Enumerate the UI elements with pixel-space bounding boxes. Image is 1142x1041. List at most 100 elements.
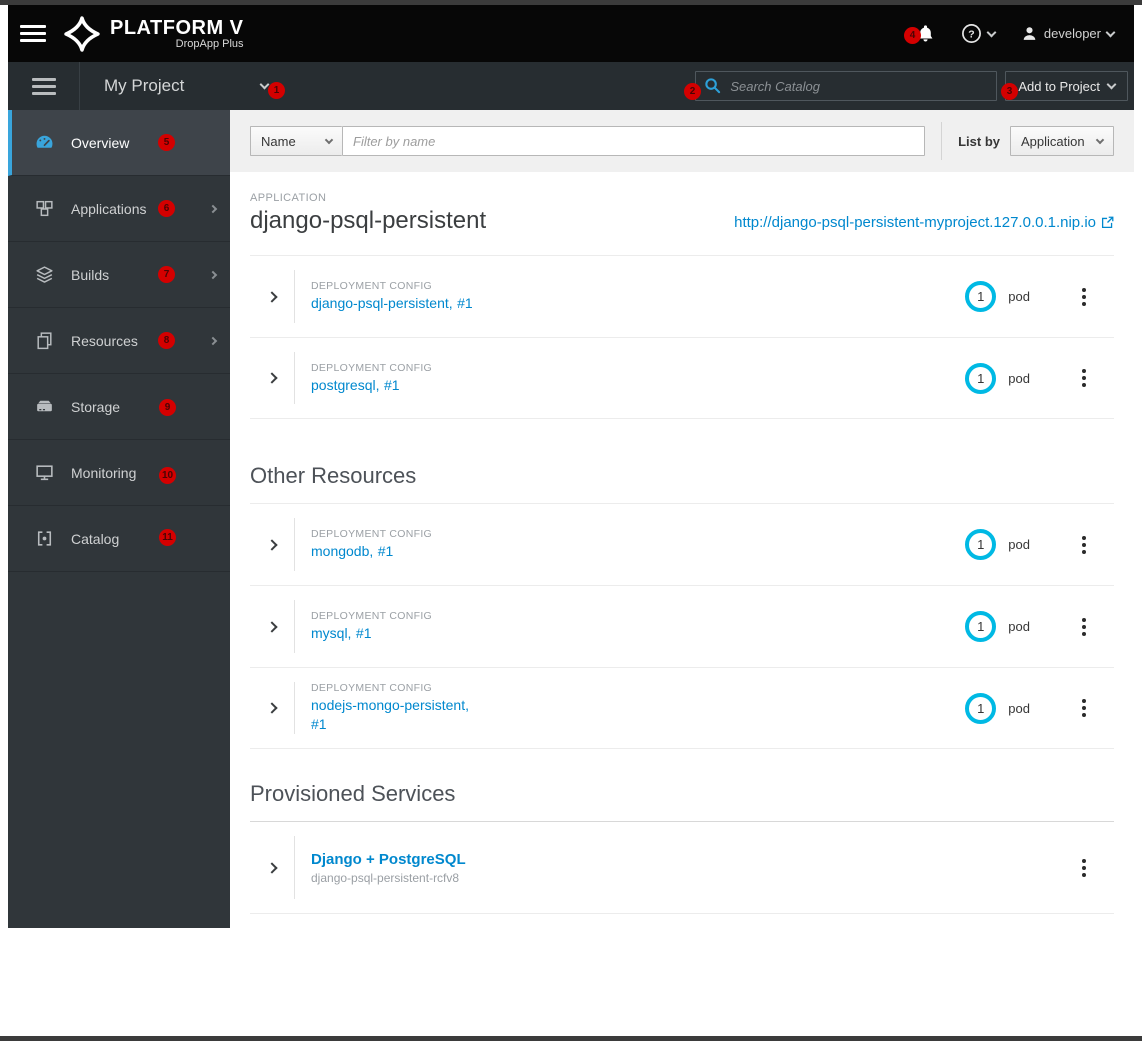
annotation-badge-4: 4 [904,27,921,44]
pod-count-donut[interactable]: 1 [965,611,997,642]
deployment-list: DEPLOYMENT CONFIG django-psql-persistent… [250,255,1114,419]
app-frame: PLATFORM V DropApp Plus ? developer My P… [8,5,1134,1041]
project-selector[interactable]: My Project [80,76,270,96]
annotation-badge-3: 3 [1001,83,1018,100]
deployment-revision-link[interactable]: #1 [384,377,400,393]
expand-row-button[interactable] [250,538,294,551]
page: { "masthead": { "brand_title": "PLATFORM… [0,0,1142,1041]
search-catalog-box [695,71,998,101]
user-dropdown[interactable]: developer [1021,25,1116,42]
deployment-name-link[interactable]: nodejs-mongo-persistent, [311,697,469,713]
chevron-right-icon [266,702,278,714]
chevron-down-icon [1106,79,1117,90]
annotation-badge-8: 8 [158,332,175,349]
deployment-row: DEPLOYMENT CONFIG nodejs-mongo-persisten… [250,667,1114,749]
annotation-badge-10: 10 [159,467,176,484]
deployment-revision-link[interactable]: #1 [378,543,394,559]
pod-label: pod [1008,537,1030,552]
deployment-kind-label: DEPLOYMENT CONFIG [311,528,433,540]
main-area: Name List by Application APPLICATION dja… [230,110,1134,1041]
masthead-menu-icon[interactable] [20,25,46,42]
deployment-name-link[interactable]: mysql, [311,625,351,641]
provisioned-service-link[interactable]: Django + PostgreSQL [311,851,466,868]
deployment-name-link[interactable]: postgresql, [311,377,379,393]
pod-count-donut[interactable]: 1 [965,529,997,560]
pod-label: pod [1008,700,1030,716]
deployment-info: DEPLOYMENT CONFIG mongodb, #1 [311,528,473,561]
deployment-revision-link[interactable]: #1 [356,625,372,641]
platform-v-logo-icon [64,15,100,52]
copy-icon [34,330,58,351]
deployment-info: DEPLOYMENT CONFIG postgresql, #1 [311,362,473,395]
chevron-down-icon [1105,27,1116,37]
kebab-menu-icon[interactable] [1082,535,1086,554]
filter-type-select[interactable]: Name [250,126,342,156]
expand-row-button[interactable] [250,702,294,714]
deployment-info: DEPLOYMENT CONFIG django-psql-persistent… [311,280,473,313]
deployment-row: DEPLOYMENT CONFIG django-psql-persistent… [250,255,1114,337]
pod-count: 1 [977,537,985,552]
expand-row-button[interactable] [250,620,294,633]
deployment-revision-link[interactable]: #1 [457,295,473,311]
help-glyph: ? [968,28,974,40]
search-catalog-input[interactable] [695,71,998,101]
sidebar-toggle-icon [31,77,56,95]
application-route-link[interactable]: http://django-psql-persistent-myproject.… [734,214,1114,235]
add-to-project-button[interactable]: Add to Project [1005,71,1128,101]
row-divider [294,600,295,653]
deployment-kind-label: DEPLOYMENT CONFIG [311,280,433,292]
sidebar-item-resources[interactable]: Resources [8,308,230,374]
layers-icon [34,264,58,285]
help-dropdown[interactable]: ? [961,23,997,44]
expand-row-button[interactable] [250,290,294,303]
overview-content: APPLICATION django-psql-persistent http:… [230,172,1134,914]
expand-row-button[interactable] [250,861,294,874]
deployment-name-link[interactable]: django-psql-persistent, [311,295,453,311]
provisioned-service-row: Django + PostgreSQL django-psql-persiste… [250,822,1114,914]
pod-count-donut[interactable]: 1 [965,692,997,724]
kebab-menu-icon[interactable] [1082,369,1086,387]
kebab-menu-icon[interactable] [1082,617,1086,636]
sidebar-item-catalog[interactable]: Catalog [8,506,230,572]
deployment-name-link[interactable]: mongodb, [311,543,373,559]
gauge-icon [34,132,58,153]
sidebar-toggle-button[interactable] [8,62,80,110]
expand-row-button[interactable] [250,372,294,384]
kebab-menu-icon[interactable] [1082,287,1086,306]
brand-subtitle: DropApp Plus [175,38,244,50]
chevron-right-icon [266,372,278,384]
provisioned-service-id: django-psql-persistent-rcfv8 [311,870,460,885]
pod-count: 1 [977,289,985,304]
sidebar-item-overview[interactable]: Overview [8,110,230,176]
hamburger-bar [20,32,46,35]
sidebar-item-applications[interactable]: Applications [8,176,230,242]
pod-label: pod [1008,289,1030,304]
annotation-badge-9: 9 [159,399,176,416]
list-by-value: Application [1021,133,1085,149]
sidebar-item-builds[interactable]: Builds [8,242,230,308]
application-title-block: APPLICATION django-psql-persistent [250,192,486,235]
kebab-menu-icon[interactable] [1082,699,1086,717]
sidebar-item-storage[interactable]: Storage [8,374,230,440]
deployment-revision-link[interactable]: #1 [311,716,327,732]
application-name: django-psql-persistent [250,207,487,234]
help-icon: ? [961,24,981,43]
pod-count-donut[interactable]: 1 [965,281,997,312]
row-divider [294,352,295,404]
filter-by-name-input[interactable] [342,126,926,156]
catalog-icon [34,528,58,549]
sidebar-item-monitoring[interactable]: Monitoring [8,440,230,506]
row-divider [294,682,295,734]
kebab-menu-icon[interactable] [1082,858,1086,877]
chevron-down-icon [986,27,997,37]
chevron-right-icon [266,620,278,633]
chevron-right-icon [266,861,278,874]
deployment-kind-label: DEPLOYMENT CONFIG [311,610,433,622]
masthead: PLATFORM V DropApp Plus ? developer [8,5,1134,62]
annotation-badge-7: 7 [158,266,175,283]
provisioned-services-heading: Provisioned Services [250,781,456,806]
sidebar-item-label: Builds [71,266,110,283]
list-by-select[interactable]: Application [1010,126,1114,156]
pod-count-donut[interactable]: 1 [965,362,997,394]
sidebar-item-label: Catalog [71,530,120,547]
